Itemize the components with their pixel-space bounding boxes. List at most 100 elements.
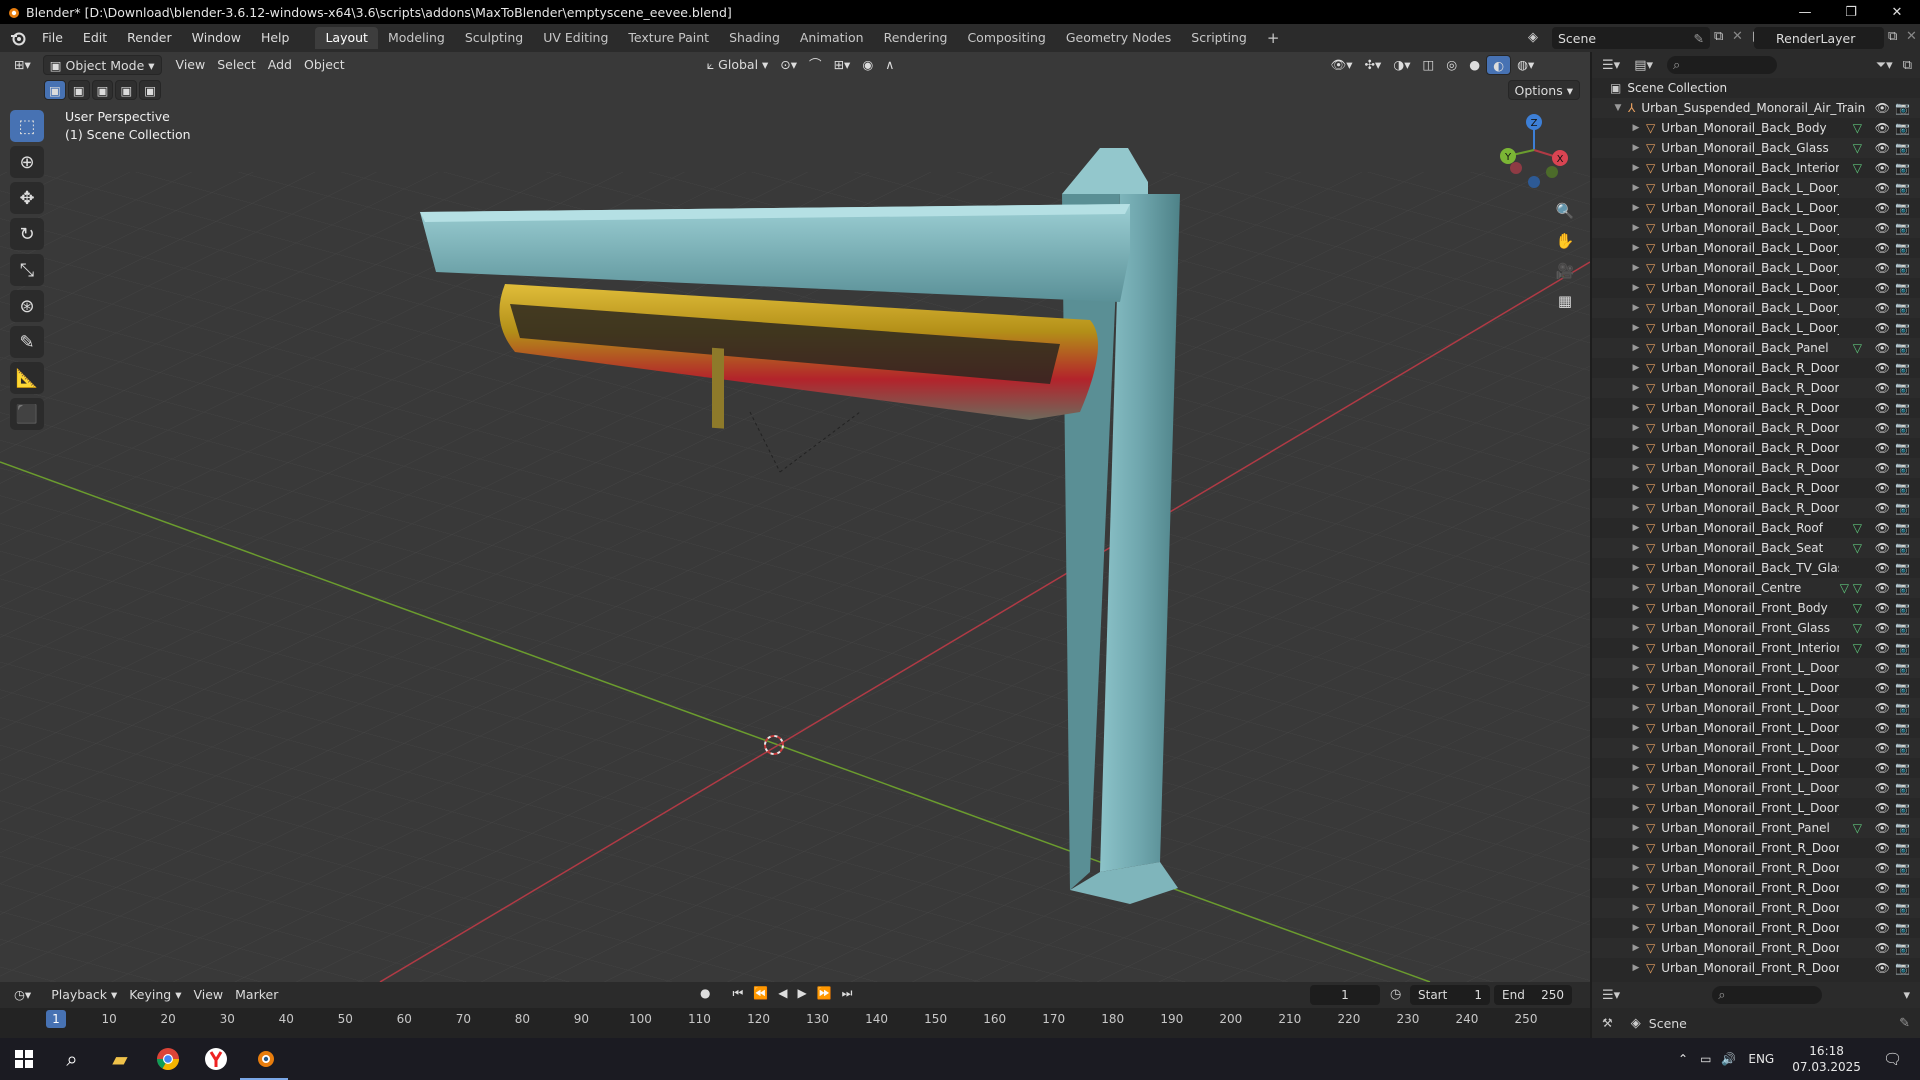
render-camera-icon[interactable]: 📷 [1895, 701, 1910, 715]
collapse-arrow-icon[interactable]: ▼ [1612, 103, 1624, 113]
render-camera-icon[interactable]: 📷 [1895, 821, 1910, 835]
expand-arrow-icon[interactable]: ▶ [1630, 303, 1642, 313]
start-frame-field[interactable]: Start 1 [1410, 985, 1490, 1005]
render-camera-icon[interactable]: 📷 [1895, 441, 1910, 455]
scene-selector[interactable]: Scene ✎ [1552, 27, 1710, 49]
render-camera-icon[interactable]: 📷 [1895, 621, 1910, 635]
windows-start-icon[interactable] [0, 1038, 48, 1080]
outliner-object-row[interactable]: ▶ ▽ Urban_Monorail_Back_Glass ▽ 👁 📷 [1592, 138, 1920, 158]
expand-arrow-icon[interactable]: ▶ [1630, 763, 1642, 773]
expand-arrow-icon[interactable]: ▶ [1630, 563, 1642, 573]
render-camera-icon[interactable]: 📷 [1895, 741, 1910, 755]
mesh-data-icon[interactable]: ▽ [1853, 341, 1862, 355]
outliner-object-row[interactable]: ▶ ▽ Urban_Monorail_Back_Body ▽ 👁 📷 [1592, 118, 1920, 138]
language-indicator[interactable]: ENG [1748, 1052, 1774, 1066]
outliner-object-row[interactable]: ▶ ▽ Urban_Monorail_Front_L_Door_04 👁 📷 [1592, 718, 1920, 738]
expand-arrow-icon[interactable]: ▶ [1630, 863, 1642, 873]
falloff-icon[interactable]: ∧ [879, 55, 900, 75]
visibility-eye-icon[interactable]: 👁 [1875, 141, 1890, 155]
properties-editor-icon[interactable]: ☰▾ [1602, 988, 1620, 1003]
visibility-eye-icon[interactable]: 👁 [1875, 941, 1890, 955]
outliner-search-input[interactable]: ⌕ [1667, 56, 1777, 74]
render-camera-icon[interactable]: 📷 [1895, 961, 1910, 975]
render-camera-icon[interactable]: 📷 [1895, 461, 1910, 475]
camera-view-icon[interactable]: 🎥 [1552, 258, 1578, 284]
render-camera-icon[interactable]: 📷 [1895, 861, 1910, 875]
visibility-eye-icon[interactable]: 👁 [1875, 221, 1890, 235]
current-frame-field[interactable]: 1 [1310, 985, 1380, 1005]
rotate-tool-icon[interactable]: ↻ [10, 218, 44, 250]
render-camera-icon[interactable]: 📷 [1895, 161, 1910, 175]
visibility-eye-icon[interactable]: 👁 [1875, 801, 1890, 815]
pin-icon[interactable]: ✎ [1694, 31, 1704, 46]
visibility-eye-icon[interactable]: 👁 [1875, 301, 1890, 315]
expand-arrow-icon[interactable]: ▶ [1630, 603, 1642, 613]
keying-menu[interactable]: Keying ▾ [123, 985, 187, 1005]
expand-arrow-icon[interactable]: ▶ [1630, 823, 1642, 833]
visibility-icon[interactable]: 👁▾ [1324, 55, 1358, 75]
render-camera-icon[interactable]: 📷 [1895, 901, 1910, 915]
tab-rendering[interactable]: Rendering [874, 27, 958, 49]
outliner-object-row[interactable]: ▶ ▽ Urban_Monorail_Front_R_Door_Glas 👁 📷 [1592, 918, 1920, 938]
tray-chevron-icon[interactable]: ⌃ [1678, 1052, 1688, 1066]
prev-keyframe-icon[interactable]: ⏪ [753, 986, 768, 1001]
visibility-eye-icon[interactable]: 👁 [1875, 641, 1890, 655]
outliner-object-row[interactable]: ▶ ▽ Urban_Monorail_Back_L_Door_04 👁 📷 [1592, 238, 1920, 258]
visibility-eye-icon[interactable]: 👁 [1875, 741, 1890, 755]
rendered-shading-icon[interactable]: ◍▾ [1511, 55, 1540, 75]
expand-arrow-icon[interactable]: ▶ [1630, 203, 1642, 213]
visibility-eye-icon[interactable]: 👁 [1875, 821, 1890, 835]
pan-hand-icon[interactable]: ✋ [1552, 228, 1578, 254]
viewport-menu-object[interactable]: Object [298, 55, 351, 75]
clock[interactable]: 16:18 07.03.2025 [1792, 1043, 1861, 1075]
transform-tool-icon[interactable]: ⊛ [10, 290, 44, 322]
expand-arrow-icon[interactable]: ▶ [1630, 783, 1642, 793]
visibility-eye-icon[interactable]: 👁 [1875, 561, 1890, 575]
expand-arrow-icon[interactable]: ▶ [1630, 663, 1642, 673]
expand-arrow-icon[interactable]: ▶ [1630, 143, 1642, 153]
mesh-data-icon[interactable]: ▽ [1853, 621, 1862, 635]
zoom-icon[interactable]: 🔍 [1552, 198, 1578, 224]
select-invert-icon[interactable]: ▣ [115, 80, 138, 100]
outliner-scene-collection[interactable]: ▣ Scene Collection [1592, 78, 1920, 98]
visibility-eye-icon[interactable]: 👁 [1875, 341, 1890, 355]
expand-arrow-icon[interactable]: ▶ [1630, 643, 1642, 653]
mesh-data-icon[interactable]: ▽ [1853, 141, 1862, 155]
render-camera-icon[interactable]: 📷 [1895, 241, 1910, 255]
outliner-object-row[interactable]: ▶ ▽ Urban_Monorail_Front_R_Door_02 👁 📷 [1592, 858, 1920, 878]
menu-file[interactable]: File [32, 24, 73, 52]
visibility-eye-icon[interactable]: 👁 [1875, 241, 1890, 255]
jump-start-icon[interactable]: ⏮ [732, 986, 743, 1001]
visibility-eye-icon[interactable]: 👁 [1875, 861, 1890, 875]
overlays-icon[interactable]: ◑▾ [1387, 55, 1416, 75]
mesh-data-icon[interactable]: ▽ [1853, 641, 1862, 655]
expand-arrow-icon[interactable]: ▶ [1630, 443, 1642, 453]
expand-arrow-icon[interactable]: ▶ [1630, 343, 1642, 353]
material-shading-icon[interactable]: ◐ [1486, 55, 1512, 75]
outliner-object-row[interactable]: ▶ ▽ Urban_Monorail_Front_Interior ▽ 👁 📷 [1592, 638, 1920, 658]
outliner-object-row[interactable]: ▶ ▽ Urban_Monorail_Front_Panel ▽ 👁 📷 [1592, 818, 1920, 838]
select-subtract-icon[interactable]: ▣ [91, 80, 114, 100]
outliner-object-row[interactable]: ▶ ▽ Urban_Monorail_Front_R_Door_04 👁 📷 [1592, 898, 1920, 918]
minimize-button[interactable]: — [1782, 0, 1828, 24]
options-button[interactable]: Options ▾ [1507, 80, 1580, 100]
timeline-ruler[interactable]: 1 10 20 30 40 50 60 70 80 90 100 110 120 130 140 150 160… [0, 1008, 1590, 1038]
outliner-object-row[interactable]: ▶ ▽ Urban_Monorail_Back_L_Door_Glas 👁 📷 [1592, 258, 1920, 278]
render-camera-icon[interactable]: 📷 [1895, 681, 1910, 695]
new-scene-icon[interactable]: ⧉ [1714, 29, 1723, 44]
render-camera-icon[interactable]: 📷 [1895, 781, 1910, 795]
expand-arrow-icon[interactable]: ▶ [1630, 943, 1642, 953]
menu-render[interactable]: Render [117, 24, 182, 52]
outliner-object-row[interactable]: ▶ ▽ Urban_Monorail_Front_L_Door_Glas 👁 📷 [1592, 778, 1920, 798]
menu-edit[interactable]: Edit [73, 24, 117, 52]
expand-arrow-icon[interactable]: ▶ [1630, 843, 1642, 853]
visibility-eye-icon[interactable]: 👁 [1875, 761, 1890, 775]
menu-window[interactable]: Window [182, 24, 251, 52]
end-frame-field[interactable]: End 250 [1494, 985, 1572, 1005]
expand-arrow-icon[interactable]: ▶ [1630, 743, 1642, 753]
xray-icon[interactable]: ◫ [1416, 55, 1440, 75]
editor-type-icon[interactable]: ⊞▾ [8, 55, 37, 75]
clock-icon[interactable]: ◷ [1390, 987, 1401, 1002]
outliner-object-row[interactable]: ▶ ▽ Urban_Monorail_Front_R_Door_01 👁 📷 [1592, 838, 1920, 858]
play-icon[interactable]: ▶ [797, 986, 806, 1001]
